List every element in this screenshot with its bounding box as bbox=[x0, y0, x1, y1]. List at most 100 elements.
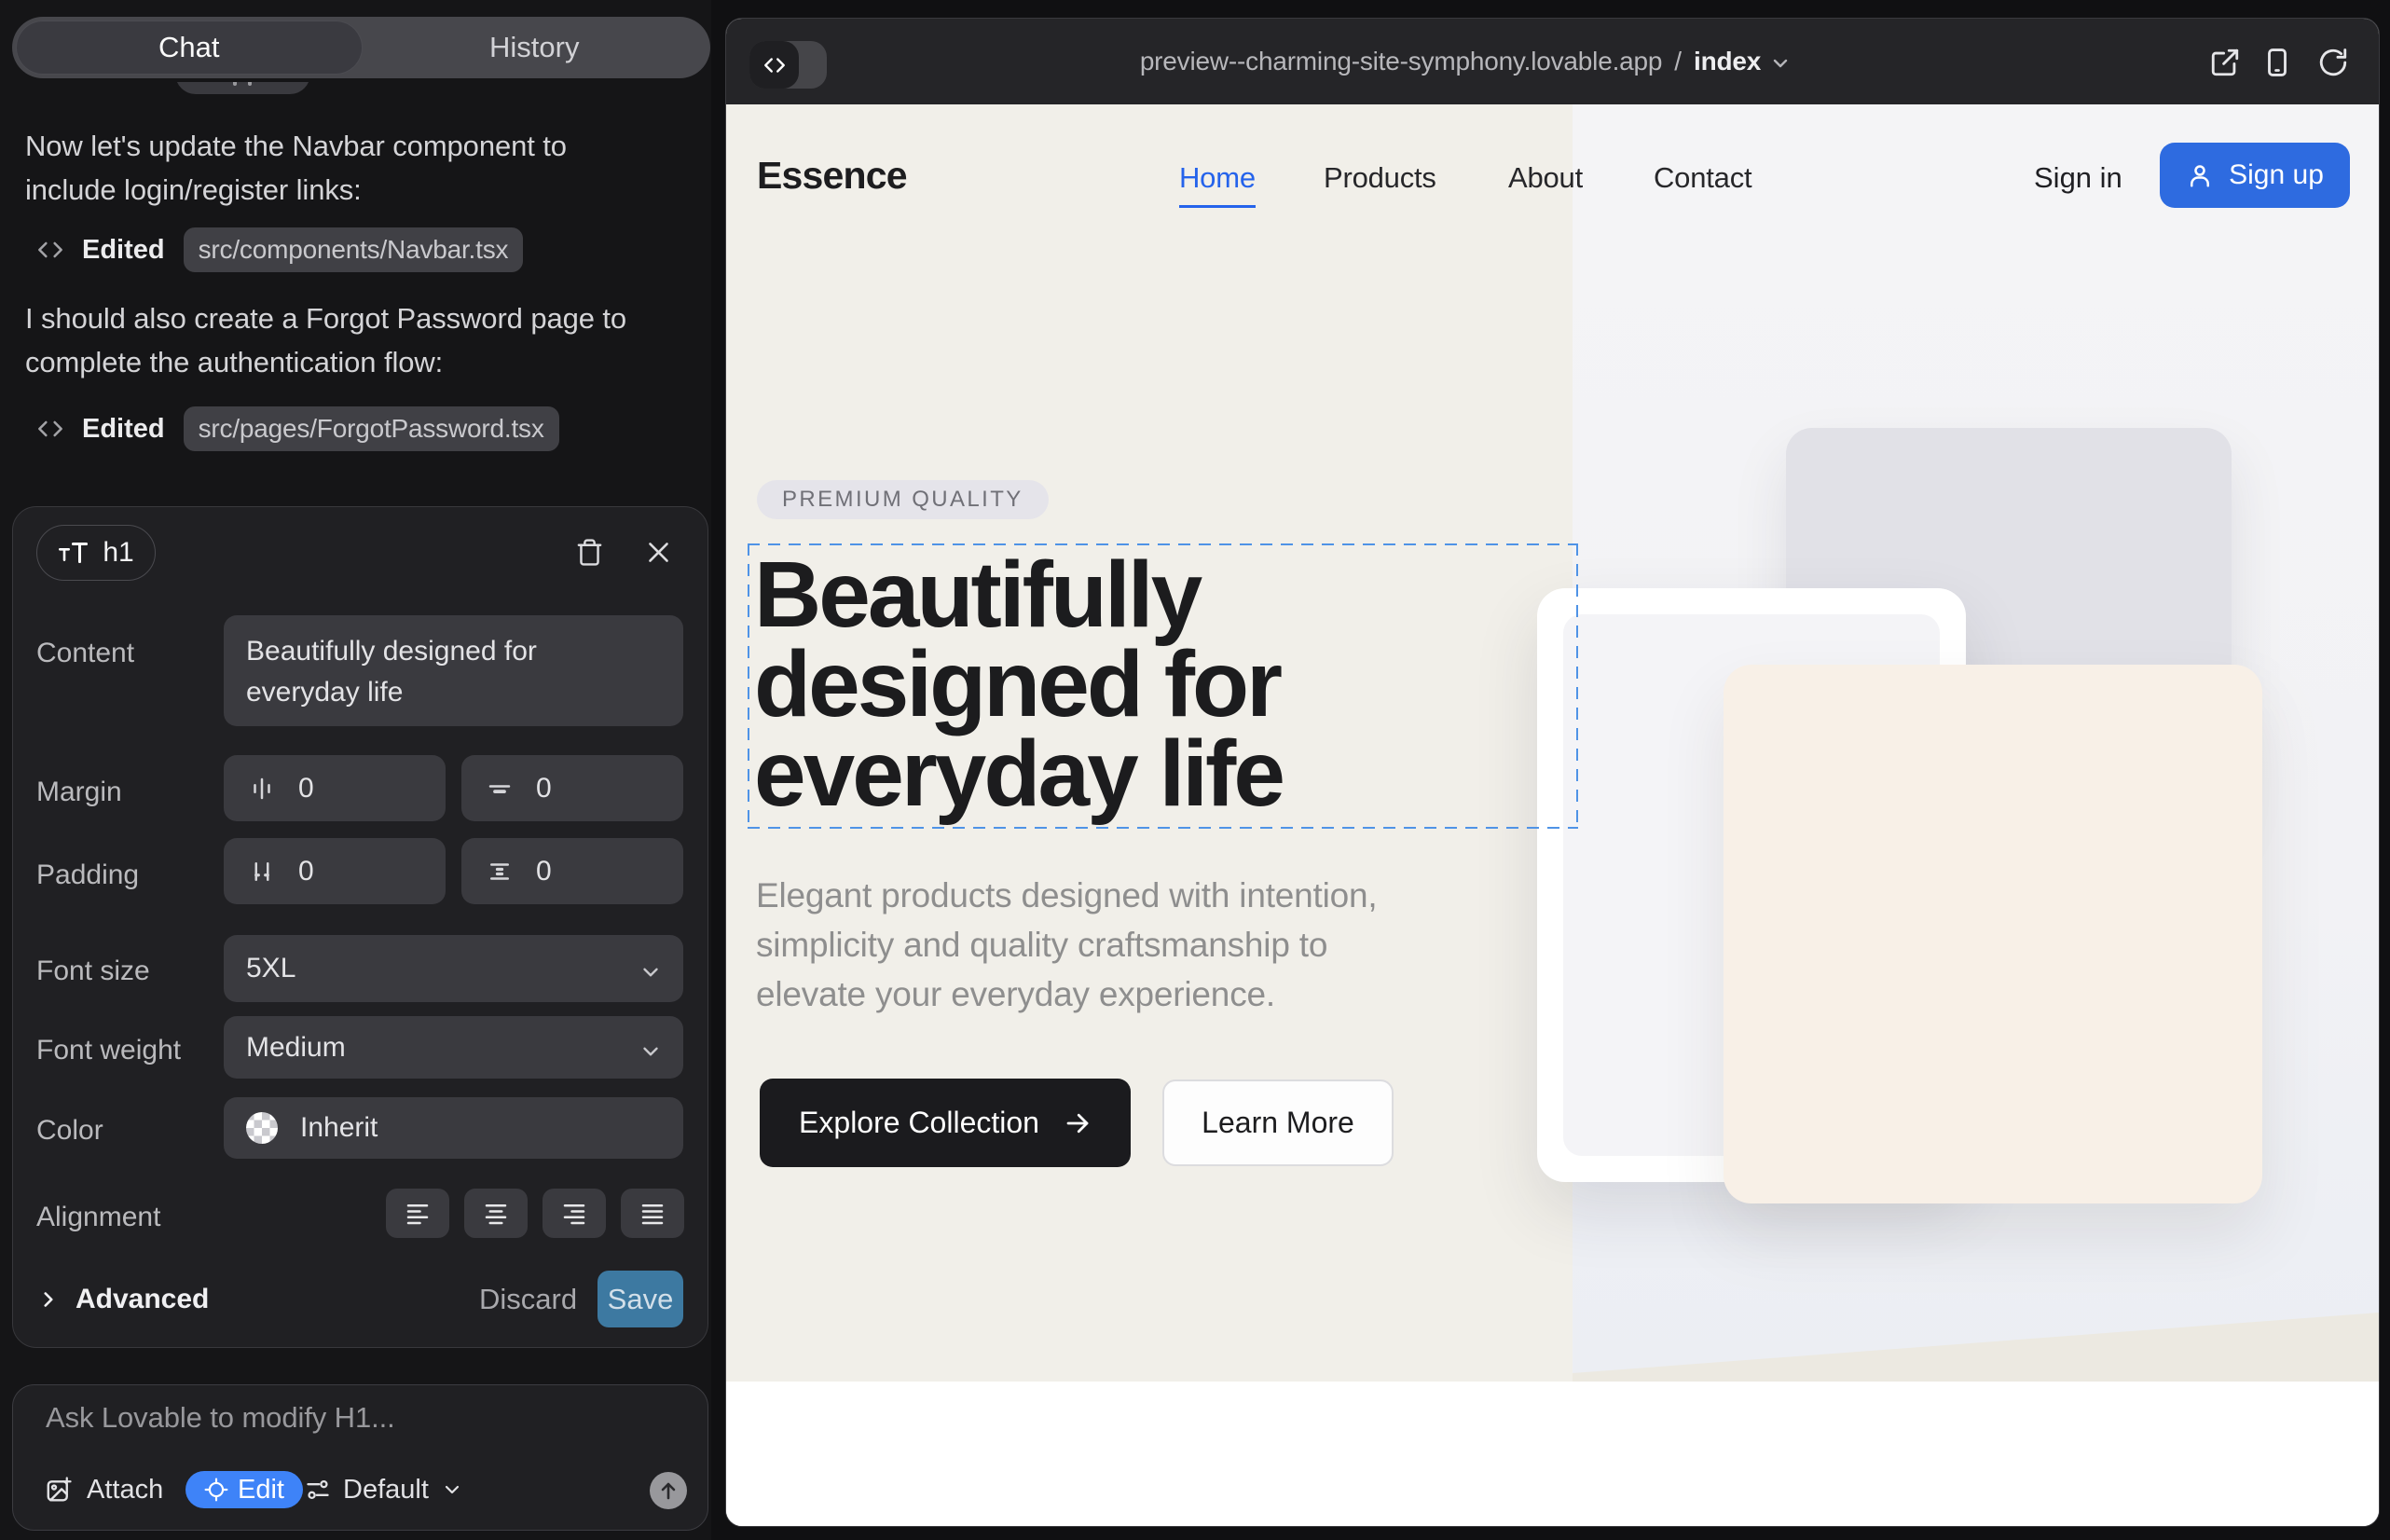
nav-link-products[interactable]: Products bbox=[1324, 161, 1436, 195]
chat-composer: Ask Lovable to modify H1... Attach Edit … bbox=[12, 1384, 708, 1531]
padding-y-input[interactable]: 0 bbox=[461, 838, 683, 904]
attach-label: Attach bbox=[87, 1475, 163, 1506]
align-right-button[interactable] bbox=[543, 1189, 606, 1238]
chevron-down-icon bbox=[1769, 52, 1792, 75]
refresh-button[interactable] bbox=[2317, 47, 2349, 78]
color-input[interactable]: Inherit bbox=[224, 1097, 683, 1159]
edited-file-row: Edited src/components/Navbar.tsx bbox=[37, 228, 523, 271]
color-value: Inherit bbox=[300, 1112, 378, 1144]
advanced-label: Advanced bbox=[76, 1284, 209, 1315]
preview-window: preview--charming-site-symphony.lovable.… bbox=[725, 18, 2380, 1527]
edited-label: Edited bbox=[82, 414, 165, 445]
color-swatch-icon bbox=[246, 1112, 278, 1144]
nav-link-home[interactable]: Home bbox=[1179, 161, 1256, 195]
mobile-view-button[interactable] bbox=[2261, 47, 2293, 78]
chevron-down-icon bbox=[441, 1478, 463, 1501]
element-tag-pill[interactable]: h1 bbox=[36, 525, 156, 581]
chat-messages: Now let's update the Navbar component to… bbox=[0, 82, 711, 506]
learn-more-button[interactable]: Learn More bbox=[1162, 1079, 1394, 1166]
user-icon bbox=[2186, 161, 2214, 189]
send-button[interactable] bbox=[650, 1472, 687, 1509]
font-weight-select[interactable]: Medium bbox=[224, 1016, 683, 1079]
advanced-toggle[interactable]: Advanced bbox=[36, 1275, 209, 1324]
badge-dot bbox=[248, 82, 252, 86]
font-weight-label: Font weight bbox=[36, 1035, 181, 1066]
site-logo[interactable]: Essence bbox=[757, 154, 907, 198]
sign-up-button[interactable]: Sign up bbox=[2160, 143, 2350, 208]
nav-link-contact[interactable]: Contact bbox=[1654, 161, 1751, 195]
mode-select[interactable]: Default bbox=[305, 1471, 463, 1508]
font-size-label: Font size bbox=[36, 956, 150, 987]
mode-label: Default bbox=[343, 1475, 429, 1506]
code-icon bbox=[37, 416, 63, 442]
explore-collection-button[interactable]: Explore Collection bbox=[760, 1079, 1131, 1167]
padding-horizontal-icon bbox=[248, 858, 276, 886]
url-separator: / bbox=[1670, 47, 1685, 76]
site-page: Essence Home Products About Contact Sign… bbox=[726, 104, 2379, 1527]
delete-element-button[interactable] bbox=[569, 531, 610, 572]
save-button[interactable]: Save bbox=[598, 1271, 683, 1327]
font-size-value: 5XL bbox=[246, 953, 295, 984]
element-editor-panel: h1 Content Beautifully designed for ever… bbox=[12, 506, 708, 1348]
url-domain: preview--charming-site-symphony.lovable.… bbox=[1140, 47, 1662, 76]
discard-button[interactable]: Discard bbox=[468, 1275, 588, 1324]
edited-label: Edited bbox=[82, 235, 165, 266]
target-icon bbox=[204, 1478, 228, 1502]
file-path-badge[interactable]: src/components/Navbar.tsx bbox=[184, 227, 524, 272]
tab-chat[interactable]: Chat bbox=[16, 21, 363, 75]
align-justify-button[interactable] bbox=[621, 1189, 684, 1238]
margin-x-input[interactable]: 0 bbox=[224, 755, 446, 821]
preview-url[interactable]: preview--charming-site-symphony.lovable.… bbox=[725, 19, 2292, 104]
badge-dot bbox=[233, 82, 237, 86]
assistant-message: I should also create a Forgot Password p… bbox=[25, 296, 640, 384]
file-path-badge[interactable]: src/pages/ForgotPassword.tsx bbox=[184, 406, 559, 451]
chevron-right-icon bbox=[36, 1287, 61, 1312]
hero-headline[interactable]: Beautifully designed for everyday life bbox=[754, 550, 1351, 818]
close-editor-button[interactable] bbox=[638, 531, 679, 572]
margin-y-input[interactable]: 0 bbox=[461, 755, 683, 821]
margin-label: Margin bbox=[36, 777, 122, 808]
hero-paragraph: Elegant products designed with intention… bbox=[756, 871, 1436, 1019]
align-left-button[interactable] bbox=[386, 1189, 449, 1238]
edited-file-row: Edited src/pages/ForgotPassword.tsx bbox=[37, 407, 559, 450]
scrolled-badge bbox=[175, 82, 310, 94]
chevron-down-icon bbox=[639, 1039, 663, 1064]
margin-horizontal-icon bbox=[248, 775, 276, 803]
edit-label: Edit bbox=[238, 1475, 284, 1506]
alignment-label: Alignment bbox=[36, 1202, 160, 1233]
font-size-select[interactable]: 5XL bbox=[224, 935, 683, 1002]
open-in-new-tab-button[interactable] bbox=[2209, 47, 2241, 78]
type-icon bbox=[58, 541, 89, 565]
content-input[interactable]: Beautifully designed for everyday life bbox=[224, 615, 683, 726]
site-navbar: Essence Home Products About Contact Sign… bbox=[726, 104, 2379, 249]
decor-beige-card bbox=[1724, 665, 2262, 1203]
padding-x-value: 0 bbox=[298, 856, 314, 887]
edit-mode-pill[interactable]: Edit bbox=[185, 1471, 303, 1508]
color-label: Color bbox=[36, 1115, 103, 1147]
explore-collection-label: Explore Collection bbox=[799, 1106, 1039, 1140]
padding-y-value: 0 bbox=[536, 856, 552, 887]
sign-in-link[interactable]: Sign in bbox=[2034, 161, 2122, 195]
section-below-hero bbox=[726, 1382, 2379, 1527]
content-value: Beautifully designed for everyday life bbox=[246, 631, 647, 713]
sliders-icon bbox=[305, 1477, 331, 1503]
premium-quality-badge: PREMIUM QUALITY bbox=[757, 480, 1049, 519]
font-weight-value: Medium bbox=[246, 1032, 346, 1064]
preview-toolbar: preview--charming-site-symphony.lovable.… bbox=[726, 19, 2379, 104]
attach-button[interactable]: Attach bbox=[45, 1471, 163, 1508]
margin-y-value: 0 bbox=[536, 773, 552, 804]
image-icon bbox=[45, 1476, 73, 1504]
content-label: Content bbox=[36, 638, 134, 669]
tab-history[interactable]: History bbox=[363, 21, 707, 75]
assistant-message: Now let's update the Navbar component to… bbox=[25, 124, 640, 212]
padding-x-input[interactable]: 0 bbox=[224, 838, 446, 904]
padding-label: Padding bbox=[36, 859, 139, 891]
margin-x-value: 0 bbox=[298, 773, 314, 804]
chat-input[interactable]: Ask Lovable to modify H1... bbox=[46, 1401, 680, 1435]
align-center-button[interactable] bbox=[464, 1189, 528, 1238]
nav-link-about[interactable]: About bbox=[1508, 161, 1583, 195]
margin-vertical-icon bbox=[486, 775, 514, 803]
chat-panel: Chat History Now let's update the Navbar… bbox=[0, 0, 711, 1540]
chat-history-tabs: Chat History bbox=[12, 17, 710, 78]
element-tag-name: h1 bbox=[103, 537, 133, 569]
